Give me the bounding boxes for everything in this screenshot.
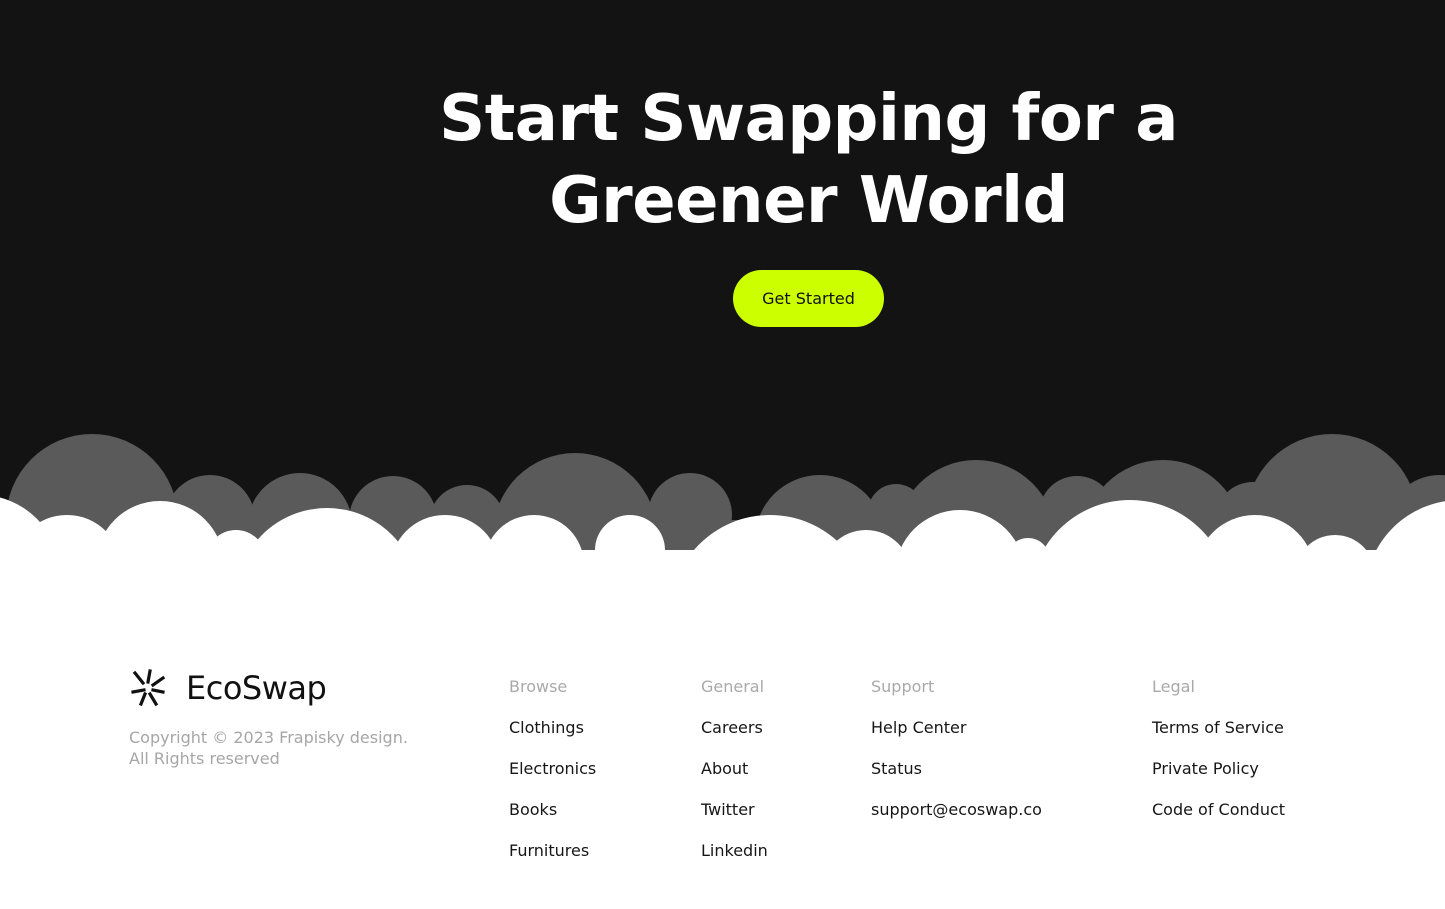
hero-title-line-2: Greener World <box>549 164 1068 238</box>
ecoswap-pinwheel-logo-icon <box>131 669 166 707</box>
footer-column-browse: Browse Clothings Electronics Books Furni… <box>509 677 596 882</box>
footer-brand: EcoSwap Copyright © 2023 Frapisky design… <box>129 666 429 769</box>
hero-title: Start Swapping for a Greener World <box>0 78 1445 242</box>
logo[interactable]: EcoSwap <box>129 666 429 710</box>
footer-link-clothings[interactable]: Clothings <box>509 718 584 738</box>
footer-link-about[interactable]: About <box>701 759 748 779</box>
footer-heading-browse: Browse <box>509 677 568 696</box>
footer-heading-general: General <box>701 677 765 696</box>
copyright-line-1: Copyright © 2023 Frapisky design. <box>129 728 408 747</box>
footer-link-support-email[interactable]: support@ecoswap.co <box>871 800 1042 820</box>
cloud-divider <box>0 434 1445 560</box>
footer-column-legal: Legal Terms of Service Private Policy Co… <box>1152 677 1285 841</box>
footer-link-status[interactable]: Status <box>871 759 922 779</box>
page: Start Swapping for a Greener World Get S… <box>0 0 1445 909</box>
footer-links-legal: Terms of Service Private Policy Code of … <box>1152 718 1285 841</box>
footer-link-terms-of-service[interactable]: Terms of Service <box>1152 718 1284 738</box>
footer-link-code-of-conduct[interactable]: Code of Conduct <box>1152 800 1285 820</box>
copyright-text: Copyright © 2023 Frapisky design. All Ri… <box>129 727 429 769</box>
footer-link-books[interactable]: Books <box>509 800 557 820</box>
hero-title-line-1: Start Swapping for a <box>439 82 1178 156</box>
footer-link-furnitures[interactable]: Furnitures <box>509 841 589 861</box>
footer-links-support: Help Center Status support@ecoswap.co <box>871 718 1042 841</box>
footer-link-help-center[interactable]: Help Center <box>871 718 966 738</box>
copyright-line-2: All Rights reserved <box>129 749 280 768</box>
footer-heading-support: Support <box>871 677 935 696</box>
footer-links-browse: Clothings Electronics Books Furnitures <box>509 718 596 882</box>
footer-link-careers[interactable]: Careers <box>701 718 763 738</box>
footer-heading-legal: Legal <box>1152 677 1195 696</box>
footer-link-twitter[interactable]: Twitter <box>701 800 755 820</box>
footer-column-support: Support Help Center Status support@ecosw… <box>871 677 1042 841</box>
footer-link-electronics[interactable]: Electronics <box>509 759 596 779</box>
get-started-button[interactable]: Get Started <box>733 270 884 327</box>
footer-link-linkedin[interactable]: Linkedin <box>701 841 768 861</box>
footer-link-private-policy[interactable]: Private Policy <box>1152 759 1259 779</box>
brand-name: EcoSwap <box>186 669 327 707</box>
footer-links-general: Careers About Twitter Linkedin <box>701 718 768 882</box>
footer-column-general: General Careers About Twitter Linkedin <box>701 677 768 882</box>
hero-section: Start Swapping for a Greener World Get S… <box>0 0 1445 560</box>
